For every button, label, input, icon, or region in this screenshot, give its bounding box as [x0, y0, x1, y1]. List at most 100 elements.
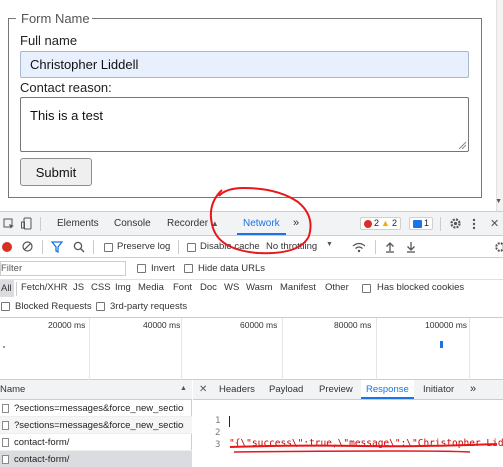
close-detail-icon[interactable]: ✕	[199, 380, 207, 399]
filter-bar: Filter Invert Hide data URLs	[0, 258, 503, 280]
has-blocked-cookies-checkbox[interactable]	[362, 284, 371, 293]
form-legend: Form Name	[20, 11, 91, 26]
request-name: contact-form/	[14, 454, 70, 465]
blocked-requests-bar: Blocked Requests 3rd-party requests	[0, 298, 503, 318]
throttling-select[interactable]: No throttling	[266, 241, 317, 252]
timeline-gridline	[282, 318, 283, 380]
tab-elements[interactable]: Elements	[57, 212, 99, 235]
preserve-log-label: Preserve log	[117, 241, 171, 252]
import-har-icon[interactable]	[385, 241, 395, 253]
line-number: 2	[215, 428, 221, 438]
timeline-tick-label: 80000 ms	[334, 320, 372, 330]
record-icon[interactable]	[2, 242, 12, 252]
settings-gear-icon[interactable]	[449, 217, 462, 230]
line-number: 3	[215, 440, 221, 450]
messages-counter[interactable]: 1	[409, 217, 434, 230]
network-toolbar: Preserve log Disable cache No throttling…	[0, 236, 503, 258]
type-all[interactable]: All	[0, 280, 14, 297]
export-har-icon[interactable]	[406, 241, 416, 253]
type-doc[interactable]: Doc	[200, 282, 217, 293]
inspect-element-icon[interactable]	[3, 218, 15, 230]
invert-checkbox[interactable]	[137, 264, 146, 273]
kebab-menu-icon[interactable]	[472, 218, 476, 230]
type-js[interactable]: JS	[73, 282, 84, 293]
line-number: 1	[215, 416, 221, 426]
error-icon	[364, 219, 372, 228]
timeline-request-bar	[3, 346, 5, 348]
tab-console[interactable]: Console	[114, 212, 151, 235]
type-fetch-xhr[interactable]: Fetch/XHR	[21, 282, 67, 293]
network-settings-gear-icon[interactable]	[494, 241, 503, 253]
timeline-gridline	[376, 318, 377, 380]
response-body[interactable]: "{\"success\":true,\"message\":\"Christo…	[229, 438, 503, 449]
full-name-input[interactable]: Christopher Liddell	[20, 51, 469, 78]
file-icon	[2, 404, 9, 413]
toolbar-separator	[375, 240, 376, 254]
type-ws[interactable]: WS	[224, 282, 239, 293]
submit-button[interactable]: Submit	[20, 158, 92, 186]
contact-reason-textarea[interactable]: This is a test	[20, 97, 469, 152]
type-wasm[interactable]: Wasm	[246, 282, 273, 293]
tab-recorder[interactable]: Recorder ▲	[167, 212, 219, 235]
devtools-tab-bar: Elements Console Recorder ▲ Network » 2 …	[0, 212, 503, 236]
filter-input[interactable]: Filter	[0, 261, 126, 276]
type-separator	[16, 282, 17, 296]
timeline-gridline	[89, 318, 90, 380]
tab-preview[interactable]: Preview	[319, 380, 353, 399]
type-other[interactable]: Other	[325, 282, 349, 293]
message-icon	[413, 219, 422, 228]
request-list-header[interactable]: Name ▲	[0, 380, 192, 400]
more-tabs-chevron-icon[interactable]: »	[293, 212, 299, 235]
tab-payload[interactable]: Payload	[269, 380, 303, 399]
page-scrollbar[interactable]	[496, 0, 503, 211]
clear-icon[interactable]	[22, 241, 33, 252]
invert-label: Invert	[151, 263, 175, 274]
throttling-dropdown-icon[interactable]: ▼	[326, 241, 333, 248]
type-css[interactable]: CSS	[91, 282, 111, 293]
fieldset-border-left	[8, 18, 16, 19]
warning-count: 2	[391, 218, 397, 228]
resize-grip-icon[interactable]	[458, 141, 466, 149]
sort-ascending-icon[interactable]: ▲	[180, 385, 187, 392]
type-manifest[interactable]: Manifest	[280, 282, 316, 293]
type-font[interactable]: Font	[173, 282, 192, 293]
hide-data-urls-checkbox[interactable]	[184, 264, 193, 273]
blocked-requests-checkbox[interactable]	[1, 302, 10, 311]
type-img[interactable]: Img	[115, 282, 131, 293]
request-row[interactable]: ?sections=messages&force_new_section_tim…	[0, 400, 192, 417]
issues-counter[interactable]: 2 ▲ 2	[360, 217, 401, 230]
search-icon[interactable]	[73, 241, 85, 253]
third-party-checkbox[interactable]	[96, 302, 105, 311]
timeline-gridline	[181, 318, 182, 380]
request-row-selected[interactable]: contact-form/	[0, 451, 192, 467]
name-column-header[interactable]: Name	[0, 384, 25, 395]
timeline-request-bar	[440, 341, 443, 348]
network-conditions-wifi-icon[interactable]	[352, 242, 366, 253]
tab-headers[interactable]: Headers	[219, 380, 255, 399]
fieldset-border-right	[92, 18, 482, 19]
type-media[interactable]: Media	[138, 282, 164, 293]
tab-response[interactable]: Response	[361, 380, 414, 399]
timeline-tick-label: 60000 ms	[240, 320, 278, 330]
timeline-tick-label: 40000 ms	[143, 320, 181, 330]
filter-funnel-icon[interactable]	[51, 241, 63, 253]
more-detail-tabs-chevron-icon[interactable]: »	[470, 380, 476, 399]
tab-network[interactable]: Network	[237, 212, 286, 235]
disable-cache-checkbox[interactable]	[187, 243, 196, 252]
hide-data-urls-label: Hide data URLs	[198, 263, 266, 274]
scroll-down-arrow-icon[interactable]: ▼	[495, 198, 502, 205]
network-overview-timeline[interactable]: 20000 ms 40000 ms 60000 ms 80000 ms 1000…	[0, 318, 503, 380]
file-icon	[2, 421, 9, 430]
blocked-requests-label: Blocked Requests	[15, 301, 92, 312]
request-row[interactable]: contact-form/	[0, 434, 192, 451]
tab-initiator[interactable]: Initiator	[423, 380, 454, 399]
request-name: contact-form/	[14, 437, 70, 448]
tab-separator	[40, 217, 41, 231]
device-toolbar-icon[interactable]	[21, 217, 33, 230]
toolbar-separator	[93, 240, 94, 254]
toolbar-separator	[178, 240, 179, 254]
request-row[interactable]: ?sections=messages&force_new_section_tim…	[0, 417, 192, 434]
preserve-log-checkbox[interactable]	[104, 243, 113, 252]
disable-cache-label: Disable cache	[200, 241, 260, 252]
close-devtools-icon[interactable]: ✕	[490, 217, 499, 230]
